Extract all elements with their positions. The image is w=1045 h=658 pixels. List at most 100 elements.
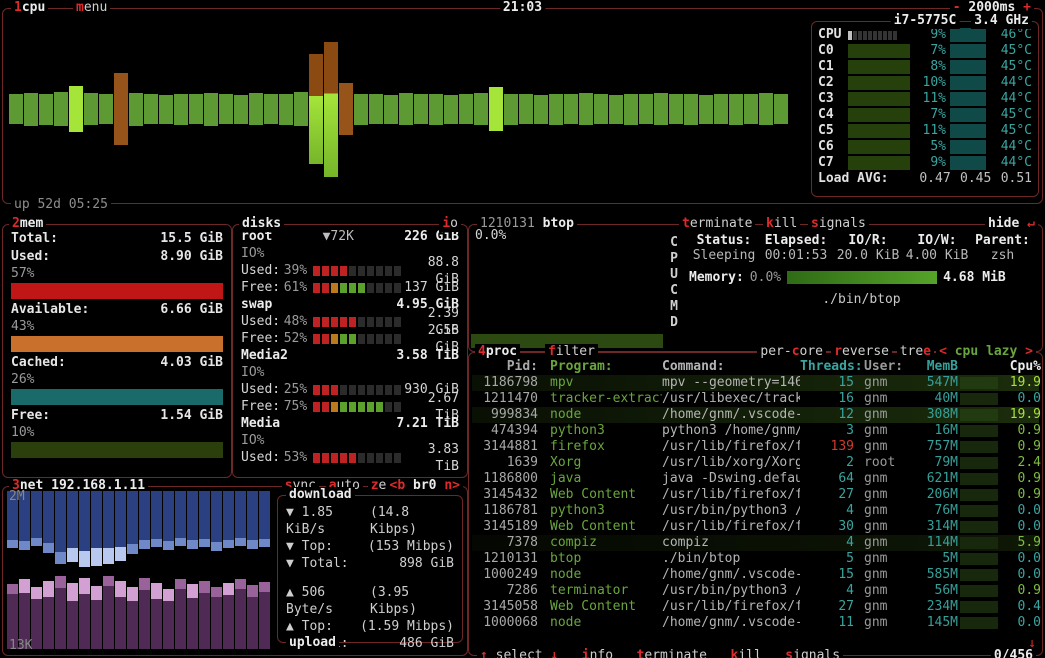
info-button[interactable]: info	[582, 648, 613, 658]
proc-user: gnm	[862, 519, 908, 535]
filter-button[interactable]: filter	[545, 344, 598, 360]
memory-box-title[interactable]: 2mem	[9, 216, 46, 232]
process-row[interactable]: 1186800javajava -Dswing.defaul64gnm621M0…	[472, 471, 1039, 487]
net-graph-body	[115, 491, 126, 547]
cpu-core-row: C79%44°C	[818, 155, 1032, 171]
cpu-graph-bar	[669, 94, 683, 124]
proc-mem: 308M	[908, 407, 958, 423]
kill-button[interactable]: kill	[763, 216, 800, 232]
core-label: C6	[818, 139, 848, 155]
detail-side-letter: C	[665, 235, 683, 251]
meter-block	[376, 385, 383, 395]
cpu-graph-bar	[399, 93, 413, 125]
interface-prev-button[interactable]: <b	[390, 478, 406, 493]
reverse-hotkey: r	[834, 344, 842, 359]
process-row[interactable]: 1000249node/home/gnm/.vscode-s15gnm585M0…	[472, 567, 1039, 583]
proc-cpu-graph-cell	[958, 601, 1000, 613]
process-row[interactable]: 3144881firefox/usr/lib/firefox/fi139gnm7…	[472, 439, 1039, 455]
tree-toggle[interactable]: tree	[897, 344, 934, 360]
proc-program: Xorg	[544, 455, 662, 471]
core-graph-cell	[848, 92, 914, 106]
select-control[interactable]: ↑ select ↓	[480, 648, 558, 658]
net-graph-body	[139, 590, 150, 649]
process-row[interactable]: 1639Xorg/usr/lib/xorg/Xorg2root79M2.4	[472, 455, 1039, 471]
process-row[interactable]: 1211470tracker-extract/usr/libexec/track…	[472, 391, 1039, 407]
process-row[interactable]: 1000068node/home/gnm/.vscode-s11gnm145M0…	[472, 615, 1039, 631]
net-upload-graph	[7, 570, 275, 649]
mem-free-row: Free:1.54 GiB	[11, 407, 223, 425]
proc-box-title[interactable]: 4proc	[475, 344, 520, 360]
process-row[interactable]: 3145058Web Content/usr/lib/firefox/fi27g…	[472, 599, 1039, 615]
signals-button[interactable]: signals	[808, 216, 869, 232]
core-temp-value: 45°C	[990, 107, 1032, 123]
net-graph-column	[67, 491, 78, 562]
signals-footer-label: ignals	[793, 648, 840, 658]
interface-selector[interactable]: <b br0 n>	[387, 478, 463, 494]
proc-program: Web Content	[544, 487, 662, 503]
process-row[interactable]: 1186781python3/usr/bin/python3 /h4gnm76M…	[472, 503, 1039, 519]
per-core-toggle[interactable]: per-core	[757, 344, 826, 360]
process-row[interactable]: 1210131btop./bin/btop5gnm5M0.0	[472, 551, 1039, 567]
detail-content: 0.0% CPUCMD Status:Elapsed:IO/R:IO/W:Par…	[469, 225, 1042, 351]
hide-button[interactable]: hide ↵	[985, 216, 1038, 232]
core-temp-graph	[950, 92, 986, 106]
proc-cpu-percent: 0.0	[1000, 503, 1041, 519]
sort-left-arrow[interactable]: <	[939, 344, 947, 359]
disks-box-title: disks	[239, 216, 284, 232]
proc-pid: 1000068	[472, 615, 544, 631]
menu-button[interactable]: menu	[73, 0, 110, 16]
proc-threads: 16	[800, 391, 862, 407]
mem-used-percent: 57%	[11, 266, 223, 282]
meter-block	[367, 402, 374, 412]
process-row[interactable]: 3145432Web Content/usr/lib/firefox/fi27g…	[472, 487, 1039, 503]
core-temp-graph	[950, 60, 986, 74]
net-stats-body: ▼ 1.85 KiB/s(14.8 Kibps)▼ Top:(153 Mibps…	[278, 496, 462, 652]
disks-io-toggle[interactable]: io	[439, 216, 461, 232]
meter-block	[873, 31, 877, 40]
process-row[interactable]: 1186798mpvmpv --geometry=146215gnm547M19…	[472, 375, 1039, 391]
terminate-footer-button[interactable]: terminate	[637, 648, 707, 658]
meter-block	[322, 385, 329, 395]
process-row[interactable]: 3145189Web Content/usr/lib/firefox/fi30g…	[472, 519, 1039, 535]
select-down-icon[interactable]: ↓	[550, 648, 558, 658]
net-graph-body	[175, 491, 186, 538]
kill-footer-button[interactable]: kill	[731, 648, 762, 658]
disk-meter-row: Used:39%88.8 GiB	[241, 262, 459, 279]
net-graph-body	[127, 601, 138, 649]
terminate-footer-label: erminate	[644, 648, 707, 658]
process-row[interactable]: 7286terminator/usr/bin/python3 /u4gnm56M…	[472, 583, 1039, 599]
cpu-box-title[interactable]: 1cpu	[11, 0, 48, 16]
process-row[interactable]: 474394python3python3 /home/gnm/b3gnm16M0…	[472, 423, 1039, 439]
disk-meter-percent: 39%	[284, 262, 314, 279]
process-row[interactable]: 7378compizcompiz4gnm114M5.9	[472, 535, 1039, 551]
cpu-graph-bar	[219, 94, 233, 124]
proc-cpu-graph-cell	[958, 537, 1000, 549]
net-graph-column	[139, 491, 150, 549]
interface-next-button[interactable]: n>	[444, 478, 460, 493]
header-pid: Pid:	[472, 359, 544, 375]
net-scale-bottom: 13K	[9, 638, 32, 653]
detail-cpu-percent: 0.0%	[475, 228, 506, 243]
net-graph-cap	[43, 581, 54, 597]
menu-hotkey: m	[76, 0, 84, 15]
net-graph-body	[103, 491, 114, 548]
select-up-icon[interactable]: ↑	[480, 648, 488, 658]
core-graph-cell	[848, 44, 914, 58]
net-graph-cap	[139, 540, 150, 549]
mem-used-graph	[11, 283, 223, 299]
meter-block	[848, 31, 852, 40]
hide-enter-icon: ↵	[1027, 216, 1035, 231]
terminate-button[interactable]: terminate	[679, 216, 755, 232]
proc-user: gnm	[862, 423, 908, 439]
reverse-toggle[interactable]: reverse	[831, 344, 892, 360]
signals-footer-button[interactable]: signals	[785, 648, 840, 658]
net-graph-column	[91, 586, 102, 649]
net-graph-column	[31, 491, 42, 546]
sort-right-arrow[interactable]: >	[1025, 344, 1033, 359]
proc-user: gnm	[862, 567, 908, 583]
net-graph-cap	[199, 539, 210, 547]
proc-threads: 27	[800, 599, 862, 615]
process-row[interactable]: 999834node/home/gnm/.vscode-s12gnm308M19…	[472, 407, 1039, 423]
mem-cached-value: 4.03 GiB	[160, 354, 223, 372]
cpu-core-row: C65%44°C	[818, 139, 1032, 155]
